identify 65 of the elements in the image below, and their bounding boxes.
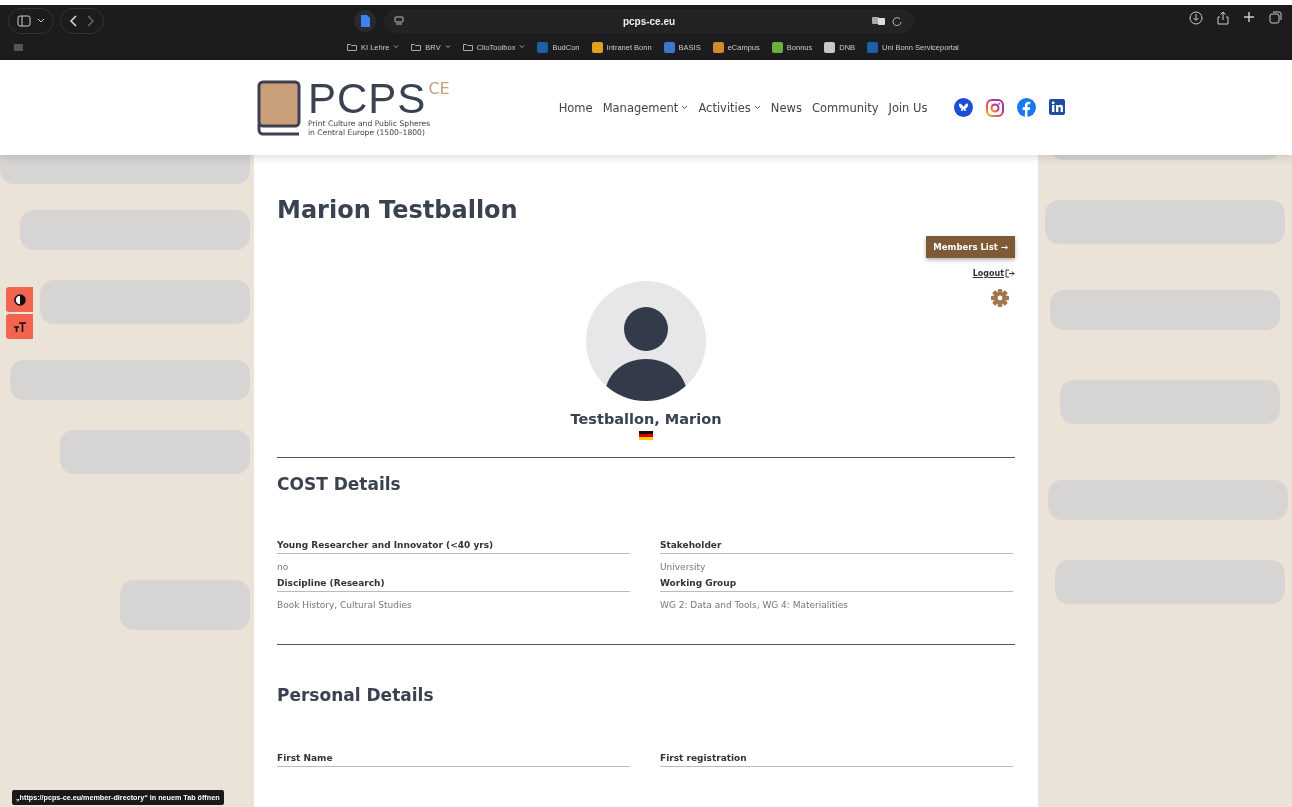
field-label: Stakeholder xyxy=(660,540,1013,554)
field-label: First registration xyxy=(660,753,1013,767)
members-list-button[interactable]: Members List → xyxy=(926,236,1015,258)
logo-title: PCPS xyxy=(308,78,427,119)
field-value: no xyxy=(277,561,290,572)
download-icon[interactable] xyxy=(1189,11,1203,25)
contrast-icon xyxy=(13,293,26,306)
folder-icon xyxy=(411,43,422,51)
sidebar-icon[interactable] xyxy=(17,15,31,27)
bookmark-favicon-icon xyxy=(663,41,675,53)
bookmark-favicon-icon xyxy=(712,41,724,53)
member-name: Testballon, Marion xyxy=(570,411,722,427)
text-size-icon xyxy=(12,320,27,333)
chevron-down-icon[interactable] xyxy=(37,18,45,24)
tabs-overview-icon[interactable] xyxy=(1269,11,1282,24)
bookmark-favicon-icon xyxy=(537,41,549,53)
butterfly-icon[interactable] xyxy=(954,98,974,117)
logo-superscript: CE xyxy=(428,78,450,98)
reader-icon[interactable] xyxy=(394,16,404,26)
book-logo-icon xyxy=(256,79,302,136)
bookmark-favicon-icon xyxy=(771,41,783,53)
field-value: University xyxy=(660,561,707,572)
field-label: Discipline (Research) xyxy=(277,578,630,592)
bookmark-favicon-icon xyxy=(824,41,836,53)
facebook-icon[interactable] xyxy=(1017,98,1037,117)
field-value: Book History, Cultural Studies xyxy=(277,599,413,610)
share-icon[interactable] xyxy=(1217,11,1229,25)
nav-link[interactable]: Management xyxy=(597,100,694,115)
reload-icon[interactable] xyxy=(892,16,902,26)
chevron-down-icon xyxy=(393,45,400,49)
contrast-button[interactable] xyxy=(6,287,33,312)
chevron-down-icon xyxy=(519,45,526,49)
document-icon[interactable] xyxy=(354,10,376,32)
bookmark-favicon-icon xyxy=(867,41,879,53)
address-bar[interactable]: pcps-ce.eu xyxy=(622,15,676,27)
field-value: WG 2: Data and Tools, WG 4: Materialities xyxy=(660,599,850,610)
section-heading: COST Details xyxy=(277,474,402,494)
chevron-down-icon xyxy=(753,105,761,110)
translate-icon[interactable] xyxy=(872,16,886,26)
germany-flag-icon xyxy=(639,431,653,440)
forward-icon[interactable] xyxy=(85,15,95,27)
linkedin-icon[interactable] xyxy=(1049,98,1068,117)
settings-icon[interactable] xyxy=(991,289,1009,307)
folder-icon xyxy=(462,43,473,51)
nav-link[interactable]: Activities xyxy=(693,100,766,115)
nav-link[interactable]: Join Us xyxy=(883,100,933,115)
folder-icon xyxy=(347,43,357,51)
field-label: First Name xyxy=(277,753,630,767)
chevron-down-icon xyxy=(681,105,689,110)
page-title: Marion Testballon xyxy=(277,195,519,225)
field-label: Young Researcher and Innovator (<40 yrs) xyxy=(277,540,630,554)
instagram-icon[interactable] xyxy=(986,98,1005,117)
logout-link[interactable]: Logout xyxy=(972,269,1004,278)
nav-link[interactable]: News xyxy=(765,100,807,115)
logout-icon[interactable] xyxy=(1005,269,1015,278)
section-heading: Personal Details xyxy=(277,685,435,705)
chevron-down-icon xyxy=(444,45,451,49)
bookmark-favicon-icon xyxy=(591,41,603,53)
back-icon[interactable] xyxy=(69,15,79,27)
new-tab-icon[interactable] xyxy=(1243,11,1255,23)
text-size-button[interactable] xyxy=(6,314,33,339)
avatar-silhouette-icon xyxy=(586,281,706,401)
field-label: Working Group xyxy=(660,578,1013,592)
nav-link[interactable]: Home xyxy=(553,100,598,115)
nav-link[interactable]: Community xyxy=(806,100,884,115)
